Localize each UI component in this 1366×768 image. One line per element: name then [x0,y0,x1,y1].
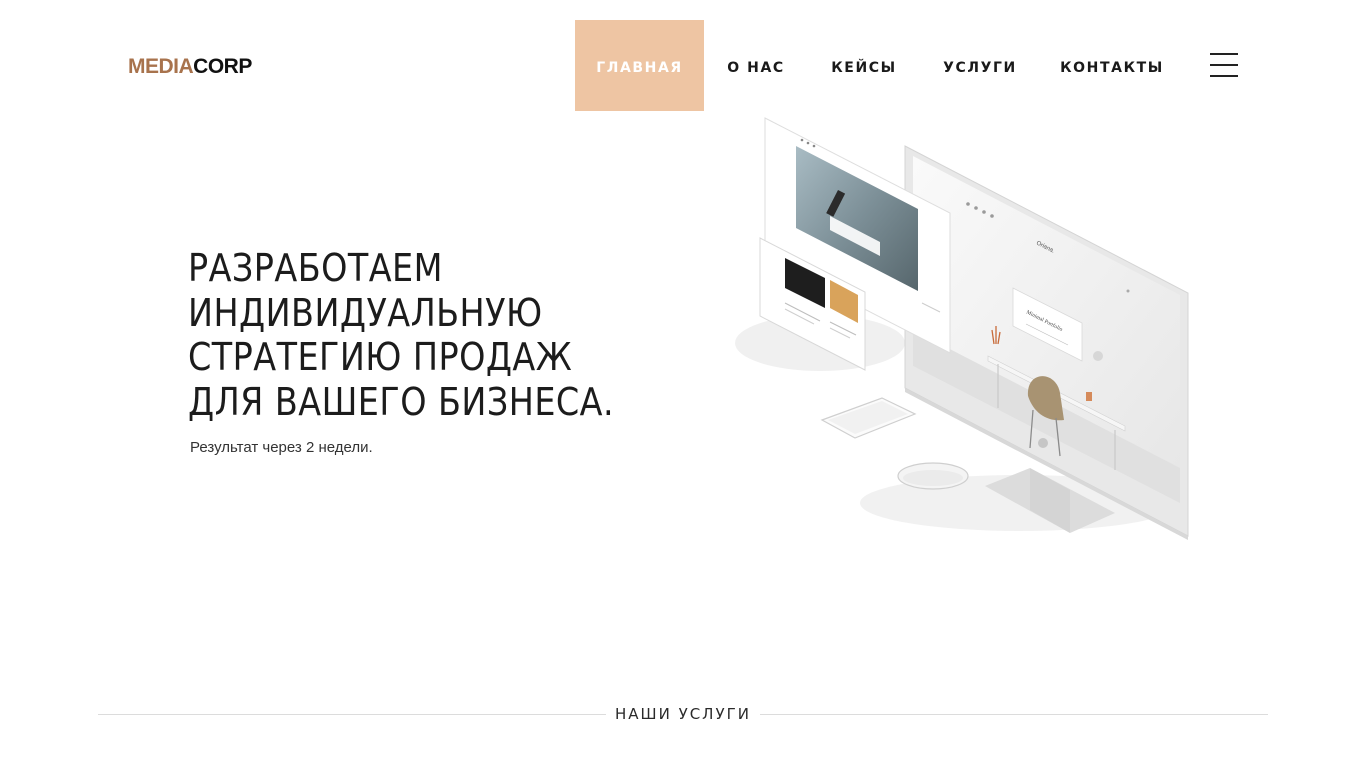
nav-item-services[interactable]: УСЛУГИ [920,20,1040,111]
hero-title-line: СТРАТЕГИЮ ПРОДАЖ [188,335,573,379]
hero-subtitle: Результат через 2 недели. [190,439,373,456]
logo-media-text: MEDIA [128,55,194,78]
hero-title-line: РАЗРАБОТАЕМ [188,246,443,290]
nav-item-contacts[interactable]: КОНТАКТЫ [1040,20,1184,111]
nav-item-home[interactable]: ГЛАВНАЯ [575,20,704,111]
devices-mockup-image: Oriana. Minimal Portfolio [735,117,1189,540]
nav-item-about[interactable]: О НАС [704,20,808,111]
logo-corp-text: CORP [193,55,252,78]
hamburger-icon[interactable] [1210,53,1238,77]
logo[interactable]: MEDIA CORP [128,54,252,80]
hero-title: РАЗРАБОТАЕМ ИНДИВИДУАЛЬНУЮ СТРАТЕГИЮ ПРО… [188,246,615,424]
section-divider-right [760,714,1268,715]
hero-title-line: ИНДИВИДУАЛЬНУЮ [188,290,543,335]
section-divider-left [98,714,606,715]
hamburger-line [1210,53,1238,55]
hamburger-line [1210,64,1238,66]
main-nav: ГЛАВНАЯ О НАС КЕЙСЫ УСЛУГИ КОНТАКТЫ [575,20,1184,111]
nav-item-cases[interactable]: КЕЙСЫ [808,20,920,111]
services-section-title: НАШИ УСЛУГИ [615,705,751,723]
hamburger-line [1210,75,1238,77]
hero-title-line: ДЛЯ ВАШЕГО БИЗНЕСА. [188,379,615,424]
